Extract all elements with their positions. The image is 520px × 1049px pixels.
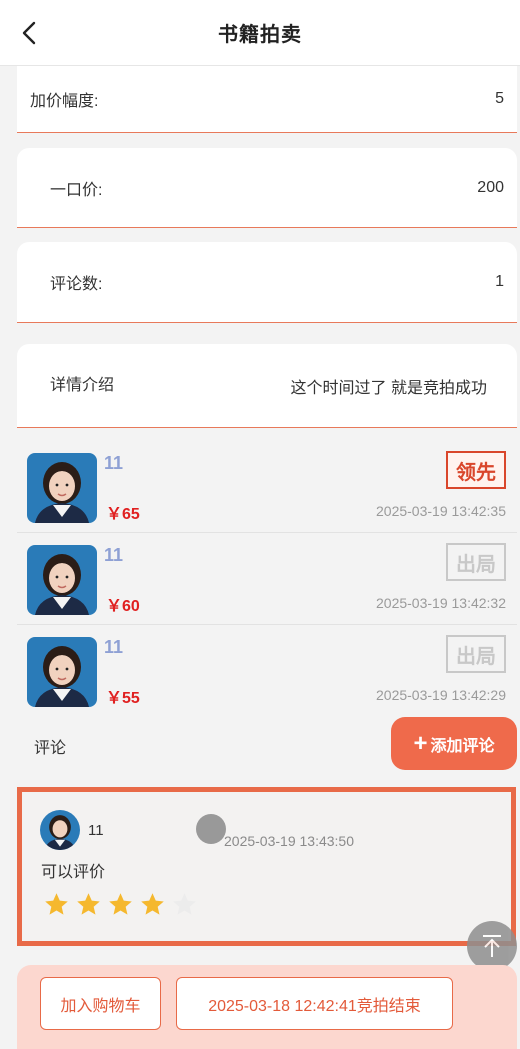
add-comment-button[interactable]: + 添加评论 [391,717,517,770]
buy-now-value: 200 [477,178,504,196]
avatar [27,453,97,523]
bid-time: 2025-03-19 13:42:35 [376,503,506,519]
increment-value: 5 [495,90,504,107]
bid-time: 2025-03-19 13:42:32 [376,595,506,611]
bid-row: 11 ￥65 领先 2025-03-19 13:42:35 [17,441,517,533]
bid-time: 2025-03-19 13:42:29 [376,687,506,703]
add-to-cart-button[interactable]: 加入购物车 [40,977,161,1030]
avatar [27,637,97,707]
avatar [27,545,97,615]
star-filled-icon [109,893,132,915]
bidder-name: 11 [104,545,124,565]
page: 书籍拍卖 加价幅度: 5 一口价: 200 评论数: 1 详情介绍 这个时间过了… [0,0,520,1049]
buy-now-card: 一口价: 200 [17,148,517,228]
details-label: 详情介绍 [50,376,115,394]
bid-price: ￥60 [106,598,140,615]
bid-status-badge: 出局 [446,635,506,673]
bid-price: ￥65 [106,506,140,523]
star-filled-icon [141,893,164,915]
star-filled-icon [45,893,68,915]
bid-row: 11 ￥60 出局 2025-03-19 13:42:32 [17,533,517,625]
bidder-name: 11 [104,637,124,657]
plus-icon: + [413,729,428,757]
bid-status-badge: 领先 [446,451,506,489]
page-title: 书籍拍卖 [218,24,302,46]
avatar [40,810,80,850]
auction-end-button[interactable]: 2025-03-18 12:42:41竞拍结束 [176,977,453,1030]
arrow-up-icon [483,935,501,957]
bottom-action-bar: 加入购物车 2025-03-18 12:42:41竞拍结束 [17,965,517,1049]
bid-status-badge: 出局 [446,543,506,581]
commenter-name: 11 [88,822,104,839]
star-filled-icon [77,893,100,915]
touch-indicator [196,814,226,844]
details-value: 这个时间过了 就是竞拍成功 [290,379,487,397]
bid-row: 11 ￥55 出局 2025-03-19 13:42:29 [17,625,517,717]
increment-card: 加价幅度: 5 [17,66,517,133]
star-rating [43,891,198,918]
scroll-to-top-button[interactable] [467,921,517,971]
increment-label: 加价幅度: [30,93,99,110]
comment-text: 可以评价 [41,864,106,881]
comment-time: 2025-03-19 13:43:50 [224,833,354,849]
comment-count-card: 评论数: 1 [17,242,517,323]
top-nav-bar: 书籍拍卖 [0,0,520,66]
details-card: 详情介绍 这个时间过了 就是竞拍成功 [17,344,517,428]
comment-count-value: 1 [495,273,504,290]
add-comment-label: 添加评论 [430,737,495,755]
comment-count-label: 评论数: [50,276,103,293]
chevron-left-icon [22,21,36,45]
comment-item: 11 2025-03-19 13:43:50 可以评价 [17,787,516,946]
back-button[interactable] [14,18,44,48]
buy-now-label: 一口价: [50,181,103,199]
bid-price: ￥55 [106,690,140,707]
comments-section-label: 评论 [34,740,67,757]
star-empty-icon [173,893,196,915]
bidder-name: 11 [104,453,124,473]
bid-list: 11 ￥65 领先 2025-03-19 13:42:35 11 ￥60 出局 … [17,441,517,717]
